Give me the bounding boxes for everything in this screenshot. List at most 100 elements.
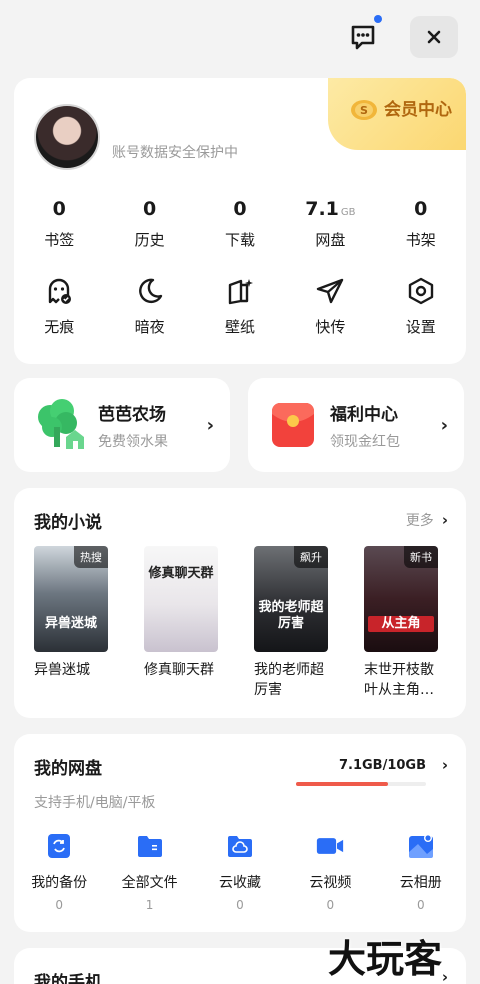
book-name: 异兽迷城 (34, 662, 90, 678)
disk-item-cloud-video[interactable]: 云视频 0 (285, 832, 375, 912)
stat-history[interactable]: 0 历史 (104, 196, 194, 250)
book-name: 末世开枝散叶从主角… (364, 662, 434, 698)
tool-label: 快传 (315, 318, 346, 336)
stat-label: 网盘 (315, 231, 346, 249)
book-cover: 新书 从主角 (364, 546, 438, 652)
disk-usage-bar (296, 782, 426, 786)
stat-label: 下载 (224, 231, 255, 249)
book-item[interactable]: 新书 从主角 末世开枝散叶从主角… (364, 546, 438, 700)
moon-icon (138, 278, 162, 303)
disk-item-label: 云相册 (399, 875, 442, 891)
cover-title: 修真聊天群 (148, 566, 214, 581)
video-icon (317, 838, 344, 854)
promo-farm-card[interactable]: 芭芭农场 免费领水果 › (14, 378, 230, 472)
stat-label: 历史 (134, 231, 165, 249)
cover-title: 我的老师超厉害 (258, 600, 324, 631)
close-button[interactable] (410, 16, 458, 58)
stat-label: 书签 (44, 231, 75, 249)
my-cloud-disk-card[interactable]: 我的网盘 7.1GB/10GB › 支持手机/电脑/平板 我的备份 0 全部文件… (14, 734, 466, 932)
account-hint: 账号数据安全保护中 (112, 145, 238, 161)
paper-plane-icon (317, 278, 344, 304)
cloud-folder-icon (227, 836, 252, 857)
disk-item-backup[interactable]: 我的备份 0 (14, 832, 104, 912)
vip-center-label: 会员中心 (384, 100, 452, 120)
backup-icon (48, 834, 71, 858)
chevron-right-icon: › (441, 756, 448, 774)
profile-card: S 会员中心 账号数据安全保护中 0 书签 0 历史 0 下载 7.1 GB 网盘… (14, 78, 466, 364)
stat-value: 0 (233, 198, 247, 220)
book-badge: 飙升 (294, 546, 328, 568)
svg-text:S: S (360, 104, 368, 117)
section-title: 我的网盘 (34, 759, 102, 779)
book-cover: 热搜 异兽迷城 (34, 546, 108, 652)
stat-value: 7.1 (305, 198, 339, 220)
disk-item-all-files[interactable]: 全部文件 1 (104, 832, 194, 912)
tool-label: 无痕 (44, 318, 75, 336)
disk-items: 我的备份 0 全部文件 1 云收藏 0 云视频 0 云相册 0 (14, 832, 466, 912)
disk-item-count: 0 (326, 898, 335, 912)
tool-incognito[interactable]: 无痕 (14, 276, 104, 337)
chevron-right-icon: › (440, 415, 448, 436)
disk-item-cloud-album[interactable]: 云相册 0 (376, 832, 466, 912)
tool-wallpaper[interactable]: 壁纸 (195, 276, 285, 337)
tools-row: 无痕 暗夜 壁纸 快传 设置 (14, 276, 466, 337)
message-button[interactable] (344, 18, 382, 56)
tool-quick-transfer[interactable]: 快传 (285, 276, 375, 337)
promo-subtitle: 领现金红包 (330, 433, 400, 450)
stat-downloads[interactable]: 0 下载 (195, 196, 285, 250)
book-name: 修真聊天群 (144, 662, 214, 678)
stat-label: 书架 (405, 231, 436, 249)
disk-usage-fill (296, 782, 389, 786)
promo-welfare-card[interactable]: 福利中心 领现金红包 › (248, 378, 464, 472)
chevron-right-icon: › (441, 511, 448, 529)
chevron-right-icon: › (441, 968, 448, 984)
chat-bubble-icon (351, 25, 375, 50)
disk-item-label: 云视频 (309, 875, 352, 891)
vip-center-button[interactable]: S 会员中心 (328, 78, 466, 150)
tree-icon (38, 399, 84, 449)
tool-settings[interactable]: 设置 (376, 276, 466, 337)
disk-item-label: 我的备份 (31, 875, 88, 891)
disk-item-count: 0 (416, 898, 425, 912)
promo-title: 芭芭农场 (98, 404, 166, 425)
stats-row: 0 书签 0 历史 0 下载 7.1 GB 网盘 0 书架 (14, 196, 466, 250)
chevron-right-icon: › (206, 415, 214, 436)
book-item[interactable]: 热搜 异兽迷城 异兽迷城 (34, 546, 108, 700)
photo-icon (408, 834, 433, 858)
disk-item-label: 云收藏 (218, 875, 261, 891)
settings-icon (408, 277, 433, 305)
stat-value: 0 (142, 198, 157, 220)
cover-title: 从主角 (368, 616, 434, 632)
cover-title: 异兽迷城 (44, 616, 97, 631)
book-badge: 热搜 (74, 546, 108, 568)
stat-bookshelf[interactable]: 0 书架 (376, 196, 466, 250)
book-item[interactable]: 修真聊天群 修真聊天群 (144, 546, 218, 700)
vip-coin-icon: S (351, 100, 377, 120)
more-button[interactable]: 更多 › (406, 510, 448, 530)
disk-subtitle: 支持手机/电脑/平板 (34, 795, 156, 811)
promo-title: 福利中心 (330, 404, 398, 425)
stat-value: 0 (52, 198, 66, 220)
book-list: 热搜 异兽迷城 异兽迷城 修真聊天群 修真聊天群 飙升 我的老师超厉害 我的老师… (34, 546, 454, 700)
book-badge: 新书 (404, 546, 438, 568)
book-item[interactable]: 飙升 我的老师超厉害 我的老师超厉害 (254, 546, 328, 700)
disk-item-label: 全部文件 (121, 875, 178, 891)
promo-subtitle: 免费领水果 (98, 433, 168, 450)
tool-night-mode[interactable]: 暗夜 (104, 276, 194, 337)
avatar[interactable] (34, 104, 100, 170)
ghost-icon (48, 278, 72, 304)
book-name: 我的老师超厉害 (254, 662, 324, 698)
disk-item-count: 0 (55, 898, 64, 912)
folder-icon (137, 836, 162, 857)
watermark: 大玩客 (328, 937, 443, 981)
tool-label: 设置 (405, 318, 436, 336)
stat-bookmarks[interactable]: 0 书签 (14, 196, 104, 250)
stat-value: 0 (414, 198, 428, 220)
stat-cloud-disk[interactable]: 7.1 GB 网盘 (285, 196, 375, 250)
book-cover: 修真聊天群 (144, 546, 218, 652)
disk-item-cloud-collection[interactable]: 云收藏 0 (195, 832, 285, 912)
stat-unit: GB (340, 207, 356, 218)
top-bar (0, 0, 480, 70)
tool-label: 暗夜 (134, 318, 165, 336)
close-icon (427, 30, 441, 44)
